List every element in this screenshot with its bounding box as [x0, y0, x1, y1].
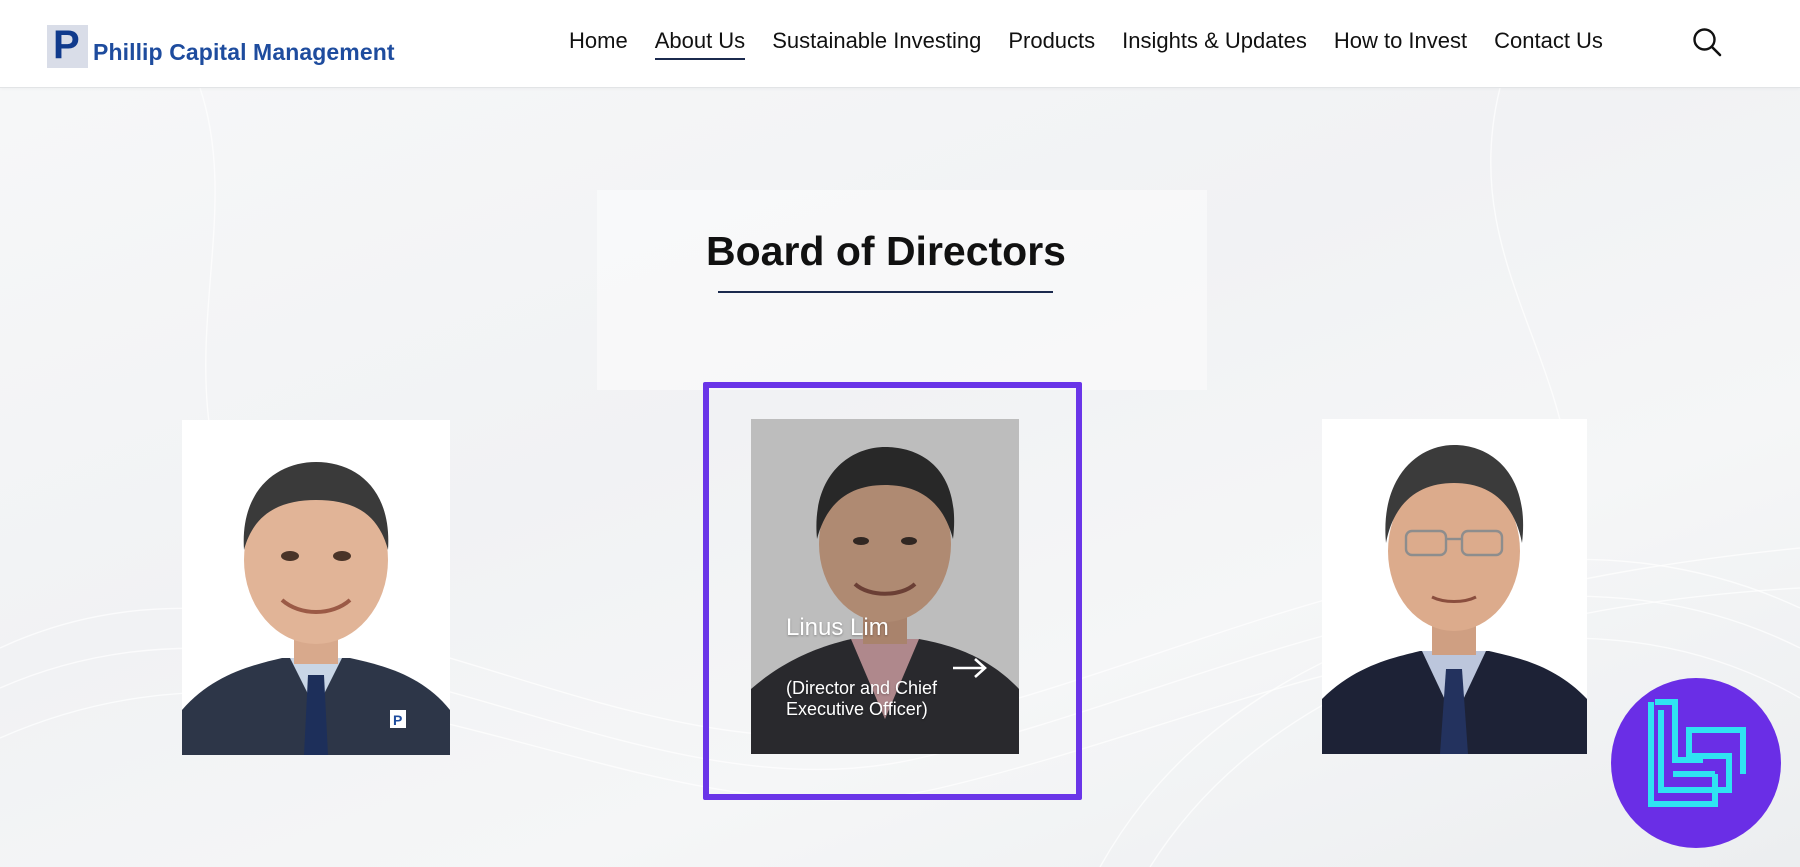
director-name: Linus Lim [786, 614, 889, 641]
logo-mark: P [47, 25, 88, 68]
director-card-1[interactable]: P [182, 420, 450, 755]
director-card-2[interactable]: Linus Lim (Director and Chief Executive … [751, 419, 1019, 754]
search-icon [1693, 28, 1722, 57]
nav-products[interactable]: Products [1008, 28, 1095, 58]
nav-how-to-invest[interactable]: How to Invest [1334, 28, 1467, 58]
site-header: P Phillip Capital Management Home About … [0, 0, 1800, 88]
search-button[interactable] [1692, 27, 1722, 57]
nav-home[interactable]: Home [569, 28, 628, 58]
tradingfinder-badge[interactable] [1611, 678, 1781, 848]
svg-text:P: P [393, 712, 402, 728]
director-role: (Director and Chief Executive Officer) [786, 678, 938, 719]
nav-about-us[interactable]: About Us [654, 28, 745, 60]
nav-sustainable-investing[interactable]: Sustainable Investing [772, 28, 981, 58]
arrow-right-icon[interactable] [951, 656, 989, 680]
director-card-3[interactable] [1322, 419, 1587, 754]
title-underline [718, 291, 1053, 293]
nav-insights-updates[interactable]: Insights & Updates [1122, 28, 1307, 58]
nav-contact-us[interactable]: Contact Us [1494, 28, 1603, 58]
main-nav: Home About Us Sustainable Investing Prod… [569, 28, 1630, 60]
logo-text: Phillip Capital Management [93, 39, 395, 65]
section-header-panel [597, 190, 1207, 390]
badge-logo-icon [1648, 699, 1746, 807]
director-photo-3 [1322, 419, 1587, 754]
logo-letter: P [53, 23, 80, 67]
company-logo[interactable]: P Phillip Capital Management [47, 20, 395, 68]
director-photo-1: P [182, 420, 450, 755]
section-title: Board of Directors [706, 228, 1066, 274]
